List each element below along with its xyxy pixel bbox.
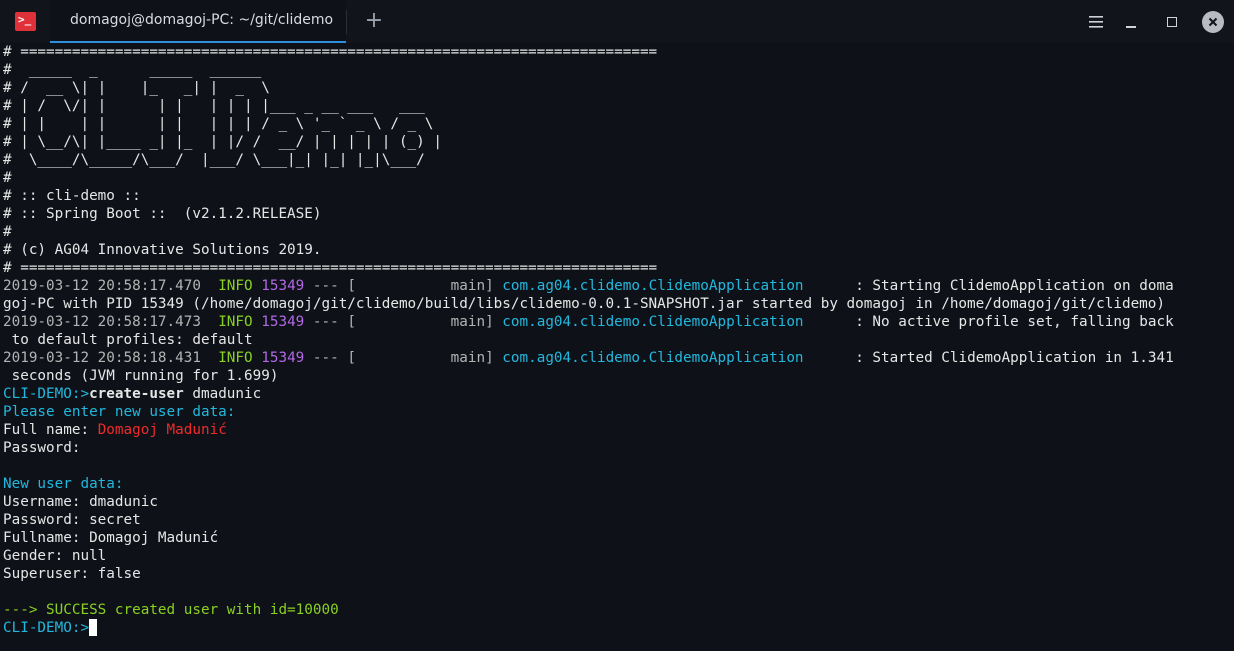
log-timestamp: 2019-03-12 20:58:17.470 xyxy=(3,278,201,294)
log-message: Started ClidemoApplication in 1.341 xyxy=(872,350,1174,366)
banner-line: # xyxy=(3,224,12,240)
log-level: INFO xyxy=(218,350,253,366)
banner-line: # :: Spring Boot :: (v2.1.2.RELEASE) xyxy=(3,206,322,222)
fullname-input-line: Full name: Domagoj Madunić xyxy=(3,421,1234,439)
command-line: CLI-DEMO:>create-user dmadunic xyxy=(3,385,1234,403)
banner-line: # _____ _ _____ ______ xyxy=(3,62,262,78)
log-pid: 15349 xyxy=(261,278,305,294)
new-user-heading: New user data: xyxy=(3,476,124,492)
log-timestamp: 2019-03-12 20:58:18.431 xyxy=(3,350,201,366)
log-message: No active profile set, falling back xyxy=(872,314,1174,330)
success-message: ---> SUCCESS created user with id=10000 xyxy=(3,602,339,618)
log-message: Starting ClidemoApplication on doma xyxy=(872,278,1174,294)
log-level: INFO xyxy=(218,314,253,330)
prompt-message: Please enter new user data: xyxy=(3,404,236,420)
text-cursor xyxy=(89,619,98,636)
banner-line: # ======================================… xyxy=(3,260,658,276)
command-argument: dmadunic xyxy=(183,386,262,402)
banner-line: # ======================================… xyxy=(3,44,658,60)
shell-prompt: CLI-DEMO:> xyxy=(3,620,90,636)
maximize-icon xyxy=(1167,17,1177,27)
terminal-app-icon[interactable]: >_ xyxy=(15,12,36,31)
tab-divider xyxy=(346,10,347,34)
log-pid: 15349 xyxy=(261,350,305,366)
password-input-line: Password: xyxy=(3,440,81,456)
terminal-app-icon-glyph: >_ xyxy=(18,13,32,26)
menu-button[interactable] xyxy=(1084,11,1108,33)
minimize-button[interactable] xyxy=(1119,11,1143,33)
banner-line: # | / \/| | | | | | | |___ _ __ ___ ___ xyxy=(3,98,425,114)
log-timestamp: 2019-03-12 20:58:17.473 xyxy=(3,314,201,330)
fullname-value: Domagoj Madunić xyxy=(97,422,227,438)
log-continuation: seconds (JVM running for 1.699) xyxy=(3,368,279,384)
banner-line: # | | | | | | | | | / _ \ '_ ` _ \ / _ \ xyxy=(3,116,434,132)
plus-icon: + xyxy=(364,8,384,33)
log-separator: --- xyxy=(312,278,339,294)
log-line: 2019-03-12 20:58:17.473 INFO 15349 --- [… xyxy=(3,314,1174,330)
shell-prompt: CLI-DEMO:> xyxy=(3,386,90,402)
maximize-button[interactable] xyxy=(1160,11,1184,33)
username-line: Username: dmadunic xyxy=(3,494,158,510)
close-button[interactable] xyxy=(1202,11,1224,33)
log-logger: com.ag04.clidemo.ClidemoApplication xyxy=(502,350,804,366)
log-continuation: to default profiles: default xyxy=(3,332,253,348)
log-level: INFO xyxy=(218,278,253,294)
banner-line: # | \__/\| |____ _| |_ | |/ / __/ | | | … xyxy=(3,134,442,150)
minimize-icon xyxy=(1126,26,1136,28)
terminal-window: >_ domagoj@domagoj-PC: ~/git/clidemo + #… xyxy=(0,0,1234,651)
log-line: 2019-03-12 20:58:17.470 INFO 15349 --- [… xyxy=(3,278,1174,294)
log-line: 2019-03-12 20:58:18.431 INFO 15349 --- [… xyxy=(3,350,1174,366)
superuser-line: Superuser: false xyxy=(3,566,141,582)
fullname-line: Fullname: Domagoj Madunić xyxy=(3,530,219,546)
banner-line: # xyxy=(3,170,12,186)
log-pid: 15349 xyxy=(261,314,305,330)
tab-title: domagoj@domagoj-PC: ~/git/clidemo xyxy=(70,12,334,28)
banner-line: # (c) AG04 Innovative Solutions 2019. xyxy=(3,242,322,258)
banner-line: # :: cli-demo :: xyxy=(3,188,141,204)
log-logger: com.ag04.clidemo.ClidemoApplication xyxy=(502,278,804,294)
password-line: Password: secret xyxy=(3,512,141,528)
log-thread: [ main] xyxy=(347,350,494,366)
log-thread: [ main] xyxy=(347,278,494,294)
banner-line: # / __ \| | |_ _| | _ \ xyxy=(3,80,270,96)
tab-terminal-session[interactable]: domagoj@domagoj-PC: ~/git/clidemo xyxy=(50,0,346,43)
final-prompt-line[interactable]: CLI-DEMO:> xyxy=(3,619,1234,637)
log-thread: [ main] xyxy=(347,314,494,330)
fullname-label: Full name: xyxy=(3,422,98,438)
gender-line: Gender: null xyxy=(3,548,107,564)
close-icon xyxy=(1208,17,1218,27)
log-separator: --- xyxy=(312,314,339,330)
title-bar[interactable]: >_ domagoj@domagoj-PC: ~/git/clidemo + xyxy=(0,0,1234,43)
log-logger: com.ag04.clidemo.ClidemoApplication xyxy=(502,314,804,330)
hamburger-menu-icon xyxy=(1089,16,1103,28)
terminal-output[interactable]: # ======================================… xyxy=(3,43,1234,651)
banner-line: # \____/\_____/\___/ |___/ \___|_| |_| |… xyxy=(3,152,425,168)
log-continuation: goj-PC with PID 15349 (/home/domagoj/git… xyxy=(3,296,1166,312)
new-tab-button[interactable]: + xyxy=(360,9,388,35)
command-name: create-user xyxy=(89,386,184,402)
log-separator: --- xyxy=(312,350,339,366)
